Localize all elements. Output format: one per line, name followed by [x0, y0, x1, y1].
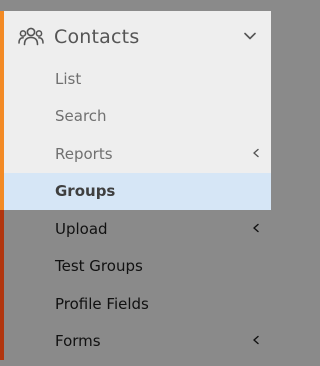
menu-item-list[interactable]: List: [4, 61, 271, 98]
chevron-left-icon: [253, 223, 259, 233]
menu-item-label: Upload: [55, 220, 108, 238]
contacts-menu-title: Contacts: [54, 26, 140, 48]
top-strip: [0, 0, 271, 11]
menu-item-label: Test Groups: [55, 257, 143, 275]
menu-item-upload[interactable]: Upload: [4, 211, 271, 248]
menu-item-search[interactable]: Search: [4, 98, 271, 135]
menu-item-test-groups[interactable]: Test Groups: [4, 248, 271, 285]
menu-item-profile-fields[interactable]: Profile Fields: [4, 286, 271, 323]
menu-item-label: Reports: [55, 145, 113, 163]
chevron-left-icon: [253, 335, 259, 345]
menu-item-label: Forms: [55, 332, 101, 350]
menu-item-label: Search: [55, 107, 107, 125]
menu-item-label: List: [55, 70, 82, 88]
chevron-down-icon[interactable]: [243, 31, 257, 41]
menu-item-forms[interactable]: Forms: [4, 323, 271, 360]
menu-item-reports[interactable]: Reports: [4, 136, 271, 173]
users-icon: [18, 27, 44, 46]
menu-item-label: Profile Fields: [55, 295, 149, 313]
contacts-menu-header[interactable]: Contacts: [4, 11, 271, 63]
chevron-left-icon: [253, 148, 259, 158]
menu-item-groups[interactable]: Groups: [4, 173, 271, 210]
menu-item-label: Groups: [55, 182, 116, 200]
